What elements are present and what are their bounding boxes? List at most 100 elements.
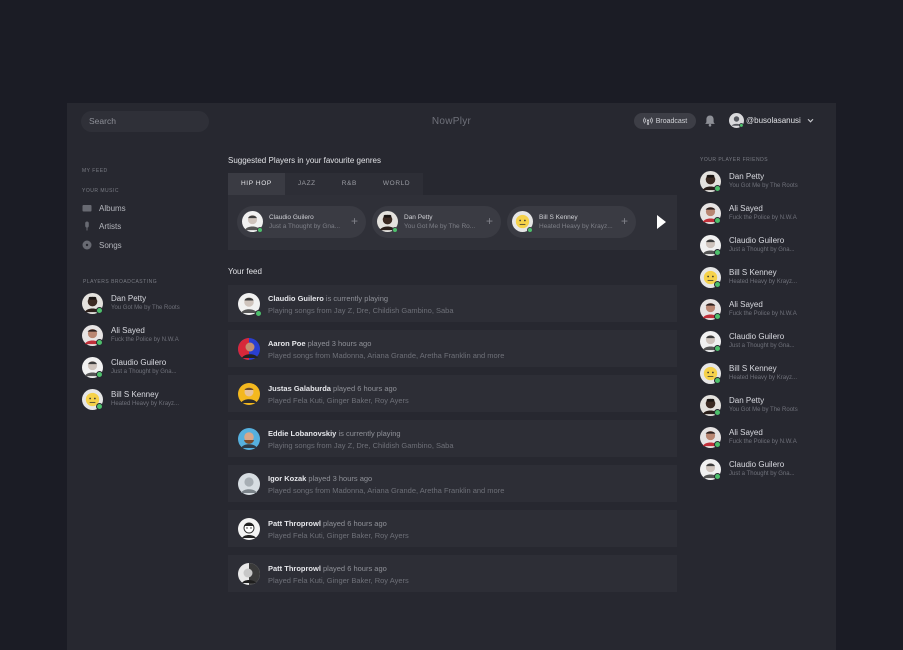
next-arrow-icon[interactable] bbox=[655, 214, 667, 230]
sidebar-item-artists[interactable]: Artists bbox=[82, 221, 121, 231]
add-player-button[interactable]: + bbox=[486, 214, 493, 228]
players-broadcasting-heading: PLAYERS BROADCASTING bbox=[83, 279, 158, 285]
friend-name: Dan Petty bbox=[729, 396, 765, 405]
friend-item[interactable]: Ali Sayed Fuck the Police by N.W.A bbox=[700, 427, 797, 448]
app-window: NowPlyr Broadcast @busolasanusi bbox=[67, 103, 836, 650]
suggested-player-card[interactable]: Claudio Guilero Just a Thought by Gna...… bbox=[237, 206, 366, 238]
genre-tabs: HIP HOP JAZZ R&B WORLD bbox=[228, 173, 424, 195]
friend-song: Fuck the Police by N.W.A bbox=[729, 311, 797, 317]
friend-song: You Got Me by The Roots bbox=[729, 183, 798, 189]
avatar bbox=[700, 203, 721, 224]
feed-item[interactable]: Igor Kozak played 3 hours ago Played son… bbox=[228, 465, 677, 502]
friend-song: Just a Thought by Gna... bbox=[729, 343, 795, 349]
friend-item[interactable]: Ali Sayed Fuck the Police by N.W.A bbox=[700, 299, 797, 320]
avatar bbox=[238, 473, 260, 495]
friend-item[interactable]: Bill S Kenney Heated Heavy by Krayz... bbox=[700, 363, 797, 384]
broadcasting-player[interactable]: Bill S Kenney Heated Heavy by Krayz... bbox=[82, 389, 179, 410]
friend-name: Ali Sayed bbox=[729, 204, 763, 213]
add-player-button[interactable]: + bbox=[351, 214, 358, 228]
avatar bbox=[238, 428, 260, 450]
top-bar: NowPlyr Broadcast @busolasanusi bbox=[67, 103, 836, 140]
friend-song: Heated Heavy by Krayz... bbox=[729, 279, 798, 285]
sidebar-item-label: Songs bbox=[99, 240, 122, 250]
avatar bbox=[700, 267, 721, 288]
friend-item[interactable]: Ali Sayed Fuck the Police by N.W.A bbox=[700, 203, 797, 224]
friend-name: Ali Sayed bbox=[729, 428, 763, 437]
broadcast-label: Broadcast bbox=[655, 117, 688, 125]
friend-name: Ali Sayed bbox=[729, 300, 763, 309]
feed-item[interactable]: Aaron Poe played 3 hours ago Played song… bbox=[228, 330, 677, 367]
avatar bbox=[700, 427, 721, 448]
avatar bbox=[82, 293, 103, 314]
friends-heading: YOUR PLAYER FRIENDS bbox=[700, 157, 769, 163]
friend-item[interactable]: Claudio Guilero Just a Thought by Gna... bbox=[700, 459, 795, 480]
avatar bbox=[700, 395, 721, 416]
avatar bbox=[238, 383, 260, 405]
suggested-carousel: Claudio Guilero Just a Thought by Gna...… bbox=[228, 195, 677, 250]
friend-item[interactable]: Claudio Guilero Just a Thought by Gna... bbox=[700, 235, 795, 256]
feed-item[interactable]: Claudio Guilero is currently playing Pla… bbox=[228, 285, 677, 322]
friend-item[interactable]: Dan Petty You Got Me by The Roots bbox=[700, 395, 798, 416]
user-menu[interactable]: @busolasanusi bbox=[729, 113, 815, 128]
friend-name: Claudio Guilero bbox=[729, 332, 785, 341]
bell-icon[interactable] bbox=[703, 114, 717, 128]
tab-rnb[interactable]: R&B bbox=[328, 173, 370, 195]
suggested-player-card[interactable]: Bill S Kenney Heated Heavy by Krayz... + bbox=[507, 206, 636, 238]
friend-name: Bill S Kenney bbox=[729, 268, 777, 277]
friend-song: Fuck the Police by N.W.A bbox=[729, 215, 797, 221]
sidebar-item-songs[interactable]: Songs bbox=[82, 240, 122, 250]
friend-item[interactable]: Claudio Guilero Just a Thought by Gna... bbox=[700, 331, 795, 352]
avatar bbox=[238, 563, 260, 585]
avatar bbox=[700, 363, 721, 384]
suggested-player-card[interactable]: Dan Petty You Got Me by The Ro... + bbox=[372, 206, 501, 238]
broadcast-button[interactable]: Broadcast bbox=[634, 113, 696, 129]
avatar bbox=[82, 357, 103, 378]
search-box[interactable] bbox=[81, 111, 209, 132]
broadcasting-player[interactable]: Claudio Guilero Just a Thought by Gna... bbox=[82, 357, 177, 378]
avatar bbox=[700, 459, 721, 480]
friend-song: Just a Thought by Gna... bbox=[729, 247, 795, 253]
friend-item[interactable]: Bill S Kenney Heated Heavy by Krayz... bbox=[700, 267, 797, 288]
avatar bbox=[82, 325, 103, 346]
microphone-icon bbox=[85, 221, 89, 231]
username: @busolasanusi bbox=[746, 116, 801, 125]
feed-title: Your feed bbox=[228, 267, 262, 276]
avatar bbox=[238, 338, 260, 360]
avatar bbox=[700, 235, 721, 256]
your-music-heading: YOUR MUSIC bbox=[82, 188, 119, 194]
feed-item[interactable]: Patt Throprowl played 6 hours ago Played… bbox=[228, 510, 677, 547]
avatar bbox=[700, 171, 721, 192]
tab-world[interactable]: WORLD bbox=[369, 173, 424, 195]
disc-icon bbox=[82, 240, 92, 250]
tab-hip-hop[interactable]: HIP HOP bbox=[228, 173, 285, 195]
broadcasting-player[interactable]: Ali Sayed Fuck the Police by N.W.A bbox=[82, 325, 179, 346]
feed-item[interactable]: Eddie Lobanovskiy is currently playing P… bbox=[228, 420, 677, 457]
album-icon bbox=[82, 205, 92, 212]
sidebar-item-label: Artists bbox=[99, 221, 122, 231]
avatar bbox=[82, 389, 103, 410]
avatar bbox=[700, 331, 721, 352]
suggested-title: Suggested Players in your favourite genr… bbox=[228, 156, 381, 165]
friend-song: Fuck the Police by N.W.A bbox=[729, 439, 797, 445]
my-feed-link[interactable]: MY FEED bbox=[82, 168, 108, 174]
avatar bbox=[238, 518, 260, 540]
feed-item[interactable]: Patt Throprowl played 6 hours ago Played… bbox=[228, 555, 677, 592]
user-avatar bbox=[729, 113, 744, 128]
friend-name: Bill S Kenney bbox=[729, 364, 777, 373]
search-input[interactable] bbox=[89, 111, 199, 132]
chevron-down-icon bbox=[807, 118, 814, 123]
friend-name: Claudio Guilero bbox=[729, 460, 785, 469]
broadcasting-player[interactable]: Dan Petty You Got Me by The Roots bbox=[82, 293, 180, 314]
sidebar-item-albums[interactable]: Albums bbox=[82, 203, 126, 213]
friend-song: Heated Heavy by Krayz... bbox=[729, 375, 798, 381]
add-player-button[interactable]: + bbox=[621, 214, 628, 228]
friend-name: Claudio Guilero bbox=[729, 236, 785, 245]
friend-song: Just a Thought by Gna... bbox=[729, 471, 795, 477]
friend-item[interactable]: Dan Petty You Got Me by The Roots bbox=[700, 171, 798, 192]
friend-song: You Got Me by The Roots bbox=[729, 407, 798, 413]
tab-jazz[interactable]: JAZZ bbox=[284, 173, 329, 195]
feed-item[interactable]: Justas Galaburda played 6 hours ago Play… bbox=[228, 375, 677, 412]
broadcast-icon bbox=[642, 117, 653, 125]
sidebar-item-label: Albums bbox=[99, 203, 126, 213]
avatar bbox=[700, 299, 721, 320]
